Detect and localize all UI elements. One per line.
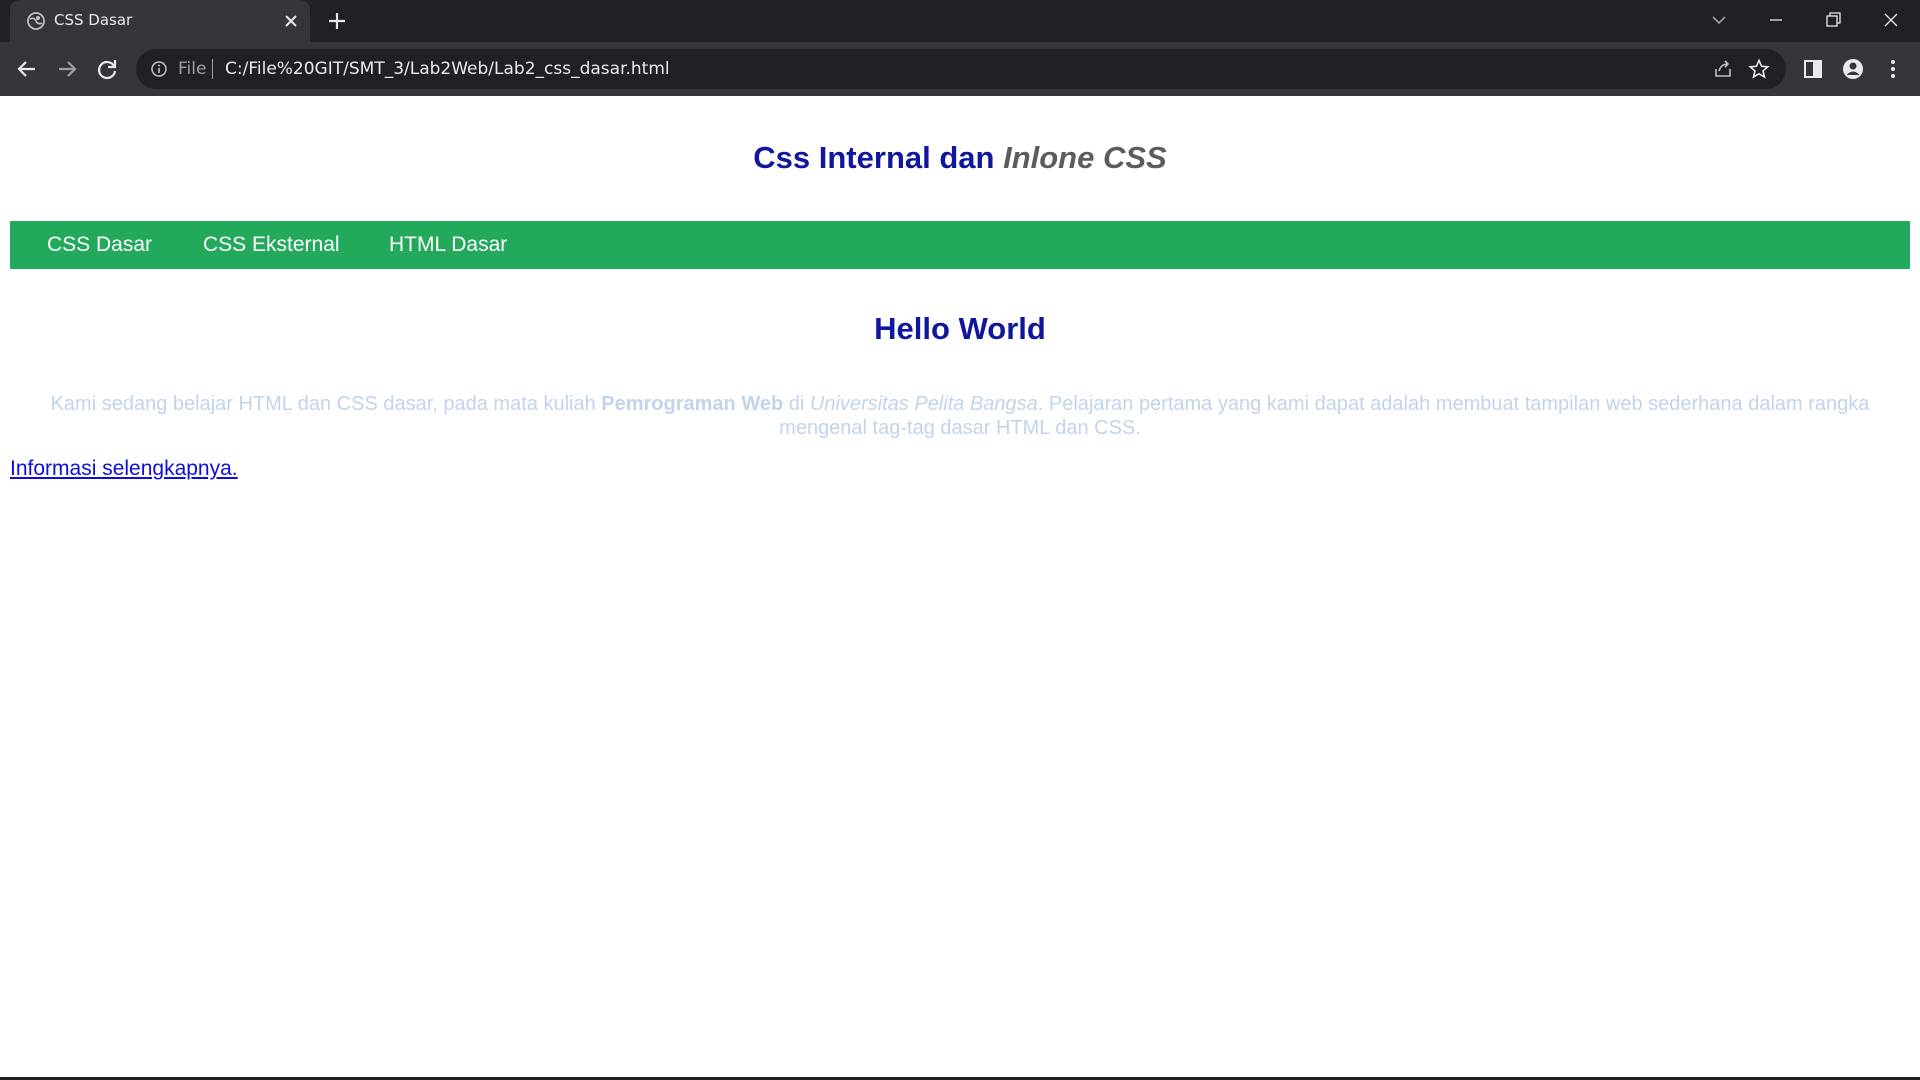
content-heading: Hello World: [874, 311, 1046, 346]
nav-link-css-eksternal[interactable]: CSS Eksternal: [203, 233, 340, 257]
bookmark-star-icon[interactable]: [1748, 58, 1770, 80]
page-title-emphasis: Inlone CSS: [1003, 140, 1167, 175]
page-title: Css Internal dan Inlone CSS: [0, 140, 1920, 176]
page-viewport: Css Internal dan Inlone CSS CSS Dasar CS…: [0, 96, 1920, 1078]
tab-search-icon[interactable]: [1707, 8, 1731, 32]
url-scheme-label: File: [178, 59, 207, 79]
url-text[interactable]: C:/File%20GIT/SMT_3/Lab2Web/Lab2_css_das…: [225, 59, 670, 79]
globe-icon: [27, 12, 45, 30]
nav-link-css-dasar[interactable]: CSS Dasar: [47, 233, 152, 257]
paragraph-text-2: di: [783, 393, 810, 415]
main-navigation: CSS Dasar CSS Eksternal HTML Dasar: [10, 221, 1910, 269]
nav-link-html-dasar[interactable]: HTML Dasar: [389, 233, 507, 257]
profile-avatar-icon[interactable]: [1840, 56, 1866, 82]
minimize-icon[interactable]: [1764, 8, 1788, 32]
close-tab-icon[interactable]: [282, 12, 300, 30]
forward-arrow-icon[interactable]: [54, 56, 80, 82]
menu-kebab-icon[interactable]: [1880, 56, 1906, 82]
browser-toolbar: File C:/File%20GIT/SMT_3/Lab2Web/Lab2_cs…: [0, 42, 1920, 96]
tab-title: CSS Dasar: [54, 11, 133, 29]
browser-tab-active[interactable]: CSS Dasar: [10, 0, 310, 42]
page-title-main: Css Internal dan: [753, 140, 1004, 175]
paragraph-italic-university: Universitas Pelita Bangsa: [809, 393, 1038, 415]
new-tab-icon[interactable]: [326, 10, 348, 32]
address-separator: [212, 59, 213, 79]
reload-icon[interactable]: [94, 56, 120, 82]
intro-paragraph: Kami sedang belajar HTML dan CSS dasar, …: [40, 392, 1880, 440]
back-arrow-icon[interactable]: [14, 56, 40, 82]
more-info-link[interactable]: Informasi selengkapnya.: [10, 457, 238, 481]
close-window-icon[interactable]: [1879, 8, 1903, 32]
site-info-icon[interactable]: [150, 60, 168, 78]
share-icon[interactable]: [1712, 58, 1734, 80]
paragraph-bold-course: Pemrograman Web: [601, 393, 784, 415]
paragraph-text-1: Kami sedang belajar HTML dan CSS dasar, …: [50, 393, 602, 415]
restore-icon[interactable]: [1821, 8, 1845, 32]
side-panel-icon[interactable]: [1800, 56, 1826, 82]
address-bar[interactable]: File C:/File%20GIT/SMT_3/Lab2Web/Lab2_cs…: [136, 49, 1786, 89]
browser-tab-strip: CSS Dasar: [0, 0, 1920, 42]
